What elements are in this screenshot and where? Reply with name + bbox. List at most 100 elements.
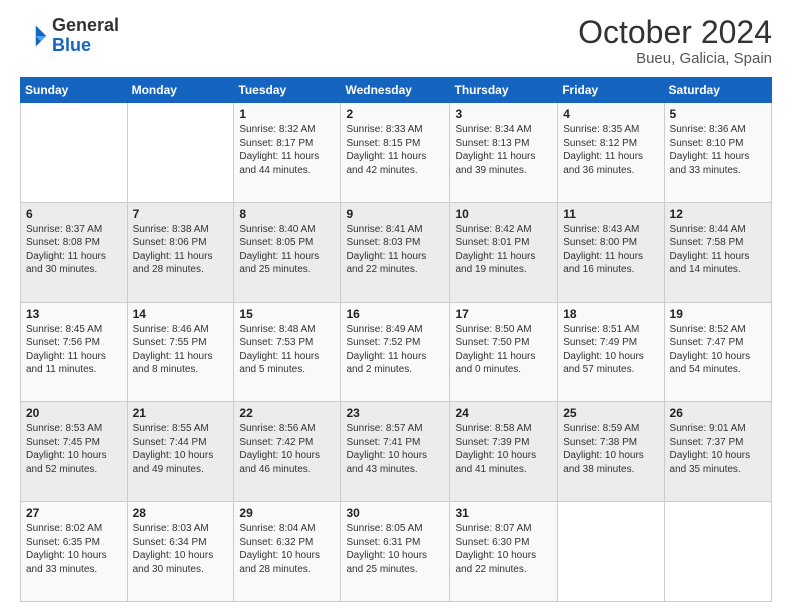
calendar-header: SundayMondayTuesdayWednesdayThursdayFrid… — [21, 78, 772, 103]
weekday-header-wednesday: Wednesday — [341, 78, 450, 103]
calendar-cell: 13 Sunrise: 8:45 AM Sunset: 7:56 PM Dayli… — [21, 302, 128, 402]
calendar-cell: 8Sunrise: 8:40 AM Sunset: 8:05 PM Daylig… — [234, 202, 341, 302]
day-info: Sunrise: 8:50 AM Sunset: 7:50 PM Dayligh… — [455, 323, 552, 377]
calendar-cell: 4Sunrise: 8:35 AM Sunset: 8:12 PM Daylig… — [558, 103, 664, 203]
day-number: 16 — [346, 307, 444, 321]
calendar-cell: 18Sunrise: 8:51 AM Sunset: 7:49 PM Dayli… — [558, 302, 664, 402]
day-number: 8 — [239, 207, 335, 221]
day-number: 6 — [26, 207, 122, 221]
day-info: Sunrise: 8:53 AM Sunset: 7:45 PM Dayligh… — [26, 422, 122, 476]
location-title: Bueu, Galicia, Spain — [578, 50, 772, 67]
day-info: Sunrise: 8:55 AM Sunset: 7:44 PM Dayligh… — [133, 422, 229, 476]
logo: General Blue — [20, 16, 119, 56]
day-info: Sunrise: 9:01 AM Sunset: 7:37 PM Dayligh… — [670, 422, 766, 476]
day-info: Sunrise: 8:43 AM Sunset: 8:00 PM Dayligh… — [563, 223, 658, 277]
day-number: 19 — [670, 307, 766, 321]
calendar-cell: 15 Sunrise: 8:48 AM Sunset: 7:53 PM Dayli… — [234, 302, 341, 402]
calendar-cell — [664, 502, 771, 602]
day-number: 3 — [455, 107, 552, 121]
weekday-header-friday: Friday — [558, 78, 664, 103]
week-row-2: 13 Sunrise: 8:45 AM Sunset: 7:56 PM Dayli… — [21, 302, 772, 402]
day-info: Sunrise: 8:34 AM Sunset: 8:13 PM Dayligh… — [455, 123, 552, 177]
day-info: Sunrise: 8:58 AM Sunset: 7:39 PM Dayligh… — [455, 422, 552, 476]
weekday-header-thursday: Thursday — [450, 78, 558, 103]
day-number: 29 — [239, 506, 335, 520]
day-number: 14 — [133, 307, 229, 321]
logo-text: General Blue — [52, 16, 119, 56]
day-number: 28 — [133, 506, 229, 520]
day-info: Sunrise: 8:45 AM Sunset: 7:56 PM Dayligh… — [26, 323, 122, 377]
calendar-cell — [558, 502, 664, 602]
weekday-header-sunday: Sunday — [21, 78, 128, 103]
day-number: 4 — [563, 107, 658, 121]
day-number: 5 — [670, 107, 766, 121]
week-row-1: 6 Sunrise: 8:37 AM Sunset: 8:08 PM Daylig… — [21, 202, 772, 302]
calendar-cell: 28 Sunrise: 8:03 AM Sunset: 6:34 PM Dayli… — [127, 502, 234, 602]
week-row-0: 1Sunrise: 8:32 AM Sunset: 8:17 PM Daylig… — [21, 103, 772, 203]
day-info: Sunrise: 8:07 AM Sunset: 6:30 PM Dayligh… — [455, 522, 552, 576]
calendar-cell: 29Sunrise: 8:04 AM Sunset: 6:32 PM Dayli… — [234, 502, 341, 602]
day-number: 15 — [239, 307, 335, 321]
day-info: Sunrise: 8:46 AM Sunset: 7:55 PM Dayligh… — [133, 323, 229, 377]
day-info: Sunrise: 8:38 AM Sunset: 8:06 PM Dayligh… — [133, 223, 229, 277]
calendar-cell: 14 Sunrise: 8:46 AM Sunset: 7:55 PM Dayli… — [127, 302, 234, 402]
day-info: Sunrise: 8:32 AM Sunset: 8:17 PM Dayligh… — [239, 123, 335, 177]
calendar-cell: 19 Sunrise: 8:52 AM Sunset: 7:47 PM Dayli… — [664, 302, 771, 402]
day-info: Sunrise: 8:42 AM Sunset: 8:01 PM Dayligh… — [455, 223, 552, 277]
calendar-cell: 7Sunrise: 8:38 AM Sunset: 8:06 PM Daylig… — [127, 202, 234, 302]
day-number: 26 — [670, 406, 766, 420]
day-info: Sunrise: 8:36 AM Sunset: 8:10 PM Dayligh… — [670, 123, 766, 177]
day-number: 12 — [670, 207, 766, 221]
day-number: 22 — [239, 406, 335, 420]
calendar-cell: 30 Sunrise: 8:05 AM Sunset: 6:31 PM Dayli… — [341, 502, 450, 602]
day-info: Sunrise: 8:57 AM Sunset: 7:41 PM Dayligh… — [346, 422, 444, 476]
day-info: Sunrise: 8:05 AM Sunset: 6:31 PM Dayligh… — [346, 522, 444, 576]
calendar-cell: 10Sunrise: 8:42 AM Sunset: 8:01 PM Dayli… — [450, 202, 558, 302]
calendar-cell: 9Sunrise: 8:41 AM Sunset: 8:03 PM Daylig… — [341, 202, 450, 302]
day-info: Sunrise: 8:59 AM Sunset: 7:38 PM Dayligh… — [563, 422, 658, 476]
calendar-cell: 11 Sunrise: 8:43 AM Sunset: 8:00 PM Dayli… — [558, 202, 664, 302]
calendar-cell: 27Sunrise: 8:02 AM Sunset: 6:35 PM Dayli… — [21, 502, 128, 602]
day-number: 11 — [563, 207, 658, 221]
day-number: 31 — [455, 506, 552, 520]
calendar-cell: 2Sunrise: 8:33 AM Sunset: 8:15 PM Daylig… — [341, 103, 450, 203]
calendar-cell: 17Sunrise: 8:50 AM Sunset: 7:50 PM Dayli… — [450, 302, 558, 402]
day-info: Sunrise: 8:51 AM Sunset: 7:49 PM Dayligh… — [563, 323, 658, 377]
week-row-4: 27Sunrise: 8:02 AM Sunset: 6:35 PM Dayli… — [21, 502, 772, 602]
calendar-cell: 3 Sunrise: 8:34 AM Sunset: 8:13 PM Daylig… — [450, 103, 558, 203]
weekday-header-monday: Monday — [127, 78, 234, 103]
day-number: 24 — [455, 406, 552, 420]
logo-general-text: General — [52, 15, 119, 35]
calendar-cell: 5 Sunrise: 8:36 AM Sunset: 8:10 PM Daylig… — [664, 103, 771, 203]
calendar-cell: 21 Sunrise: 8:55 AM Sunset: 7:44 PM Dayli… — [127, 402, 234, 502]
weekday-header-tuesday: Tuesday — [234, 78, 341, 103]
day-info: Sunrise: 8:56 AM Sunset: 7:42 PM Dayligh… — [239, 422, 335, 476]
day-number: 25 — [563, 406, 658, 420]
calendar-cell: 25 Sunrise: 8:59 AM Sunset: 7:38 PM Dayli… — [558, 402, 664, 502]
calendar-cell: 16 Sunrise: 8:49 AM Sunset: 7:52 PM Dayli… — [341, 302, 450, 402]
day-number: 21 — [133, 406, 229, 420]
weekday-header-saturday: Saturday — [664, 78, 771, 103]
day-info: Sunrise: 8:03 AM Sunset: 6:34 PM Dayligh… — [133, 522, 229, 576]
month-title: October 2024 — [578, 16, 772, 48]
week-row-3: 20 Sunrise: 8:53 AM Sunset: 7:45 PM Dayli… — [21, 402, 772, 502]
calendar-table: SundayMondayTuesdayWednesdayThursdayFrid… — [20, 77, 772, 602]
logo-icon — [20, 22, 48, 50]
day-info: Sunrise: 8:52 AM Sunset: 7:47 PM Dayligh… — [670, 323, 766, 377]
day-info: Sunrise: 8:49 AM Sunset: 7:52 PM Dayligh… — [346, 323, 444, 377]
day-info: Sunrise: 8:44 AM Sunset: 7:58 PM Dayligh… — [670, 223, 766, 277]
day-info: Sunrise: 8:37 AM Sunset: 8:08 PM Dayligh… — [26, 223, 122, 277]
calendar-cell: 26 Sunrise: 9:01 AM Sunset: 7:37 PM Dayli… — [664, 402, 771, 502]
calendar-cell: 6 Sunrise: 8:37 AM Sunset: 8:08 PM Daylig… — [21, 202, 128, 302]
weekday-header-row: SundayMondayTuesdayWednesdayThursdayFrid… — [21, 78, 772, 103]
day-number: 13 — [26, 307, 122, 321]
day-info: Sunrise: 8:33 AM Sunset: 8:15 PM Dayligh… — [346, 123, 444, 177]
calendar-cell: 23Sunrise: 8:57 AM Sunset: 7:41 PM Dayli… — [341, 402, 450, 502]
day-number: 20 — [26, 406, 122, 420]
calendar-cell — [127, 103, 234, 203]
logo-blue-text: Blue — [52, 35, 91, 55]
calendar-cell: 1Sunrise: 8:32 AM Sunset: 8:17 PM Daylig… — [234, 103, 341, 203]
calendar-body: 1Sunrise: 8:32 AM Sunset: 8:17 PM Daylig… — [21, 103, 772, 602]
day-info: Sunrise: 8:48 AM Sunset: 7:53 PM Dayligh… — [239, 323, 335, 377]
day-number: 30 — [346, 506, 444, 520]
